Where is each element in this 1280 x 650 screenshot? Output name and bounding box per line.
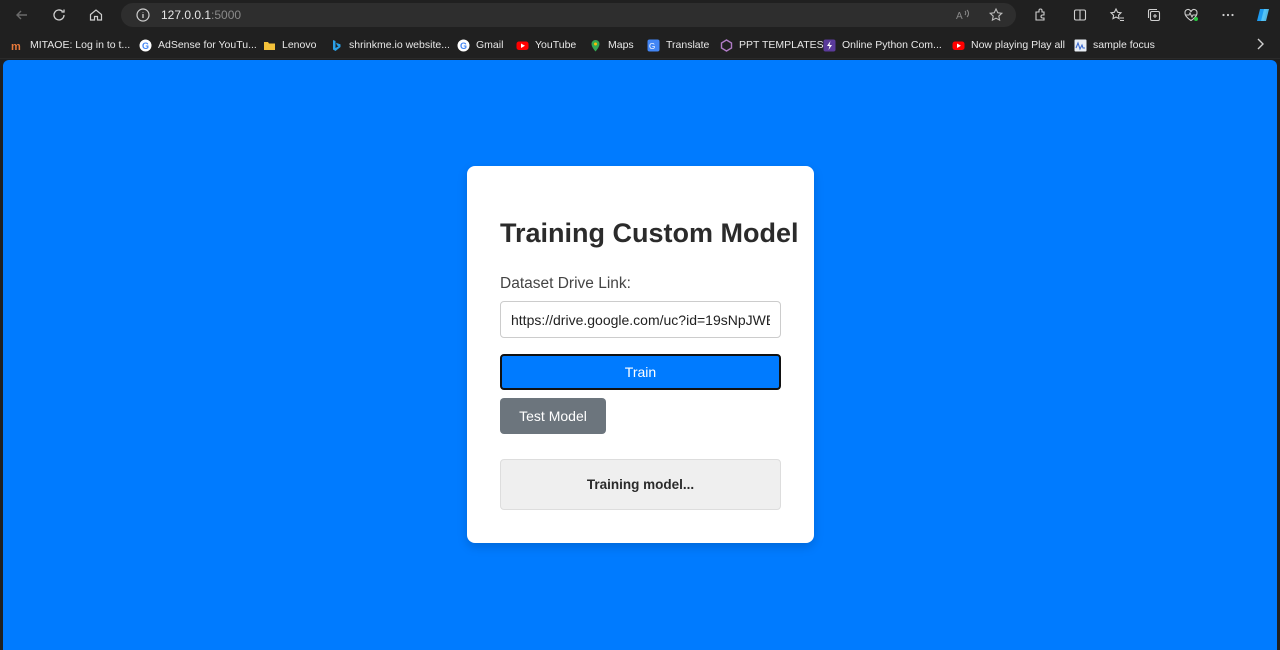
bookmark-item[interactable]: Now playing Play all: [952, 38, 1065, 52]
bookmark-label: Online Python Com...: [842, 39, 942, 51]
bookmark-item[interactable]: G AdSense for YouTu...: [139, 38, 257, 52]
svg-text:G: G: [460, 41, 467, 51]
url-port: :5000: [211, 8, 242, 22]
status-message: Training model...: [500, 459, 781, 510]
collections-icon[interactable]: [1142, 3, 1166, 27]
bookmark-label: MITAOE: Log in to t...: [30, 39, 131, 51]
youtube-icon: [952, 39, 965, 52]
browser-toolbar: 127.0.0.1:5000 A: [0, 0, 1280, 30]
python-bolt-icon: [823, 39, 836, 52]
bing-icon: [330, 39, 343, 52]
maps-icon: [589, 39, 602, 52]
read-aloud-icon[interactable]: A: [955, 7, 971, 23]
bookmark-label: Translate: [666, 39, 710, 51]
bookmark-item[interactable]: YouTube: [516, 38, 576, 52]
test-model-button[interactable]: Test Model: [500, 398, 606, 434]
refresh-icon[interactable]: [47, 3, 71, 27]
mitaoe-icon: m: [11, 39, 24, 52]
sample-focus-icon: [1074, 39, 1087, 52]
dataset-link-input[interactable]: [500, 301, 781, 338]
address-url[interactable]: 127.0.0.1:5000: [161, 8, 241, 22]
google-icon: G: [457, 39, 470, 52]
bookmark-item[interactable]: G Translate: [647, 38, 709, 52]
svg-text:m: m: [11, 41, 21, 52]
more-icon[interactable]: [1216, 3, 1240, 27]
copilot-icon[interactable]: [1251, 3, 1275, 27]
svg-text:G: G: [142, 41, 149, 51]
bookmark-item[interactable]: Maps: [589, 38, 634, 52]
bookmark-label: YouTube: [535, 39, 577, 51]
bookmark-label: sample focus: [1093, 39, 1155, 51]
info-icon[interactable]: [135, 7, 151, 23]
bookmark-item[interactable]: Online Python Com...: [823, 38, 942, 52]
svg-text:A: A: [956, 11, 963, 22]
home-icon[interactable]: [84, 3, 108, 27]
folder-icon: [263, 39, 276, 52]
chevron-right-icon[interactable]: [1250, 32, 1270, 56]
bookmark-label: Maps: [608, 39, 634, 51]
favorites-icon[interactable]: [1105, 3, 1129, 27]
bookmark-label: shrinkme.io website...: [349, 39, 450, 51]
google-icon: G: [139, 39, 152, 52]
translate-icon: G: [647, 39, 660, 52]
bookmark-label: PPT TEMPLATES: [739, 39, 824, 51]
page-background: Training Custom Model Dataset Drive Link…: [3, 60, 1277, 650]
split-screen-icon[interactable]: [1068, 3, 1092, 27]
favorite-star-icon[interactable]: [988, 7, 1004, 23]
bookmarks-bar: m MITAOE: Log in to t... G AdSense for Y…: [0, 30, 1280, 59]
svg-text:G: G: [649, 42, 655, 51]
bookmark-label: Gmail: [476, 39, 504, 51]
train-button[interactable]: Train: [500, 354, 781, 390]
ppt-icon: [720, 38, 733, 52]
bookmark-item[interactable]: shrinkme.io website...: [330, 38, 450, 52]
bookmark-item[interactable]: G Gmail: [457, 38, 503, 52]
bookmark-item[interactable]: PPT TEMPLATES: [720, 38, 824, 52]
dataset-link-label: Dataset Drive Link:: [500, 275, 631, 292]
bookmark-label: AdSense for YouTu...: [158, 39, 257, 51]
health-icon[interactable]: [1179, 3, 1203, 27]
page-title: Training Custom Model: [500, 218, 799, 248]
bookmark-item[interactable]: sample focus: [1074, 38, 1155, 52]
bookmark-item[interactable]: Lenovo: [263, 38, 316, 52]
url-host: 127.0.0.1: [161, 8, 212, 22]
youtube-icon: [516, 39, 529, 52]
back-icon[interactable]: [10, 3, 34, 27]
address-bar[interactable]: 127.0.0.1:5000 A: [121, 3, 1016, 27]
extensions-icon[interactable]: [1028, 3, 1052, 27]
bookmark-label: Lenovo: [282, 39, 317, 51]
bookmark-label: Now playing Play all: [971, 39, 1065, 51]
bookmark-item[interactable]: m MITAOE: Log in to t...: [11, 38, 130, 52]
training-card: Training Custom Model Dataset Drive Link…: [467, 166, 814, 543]
